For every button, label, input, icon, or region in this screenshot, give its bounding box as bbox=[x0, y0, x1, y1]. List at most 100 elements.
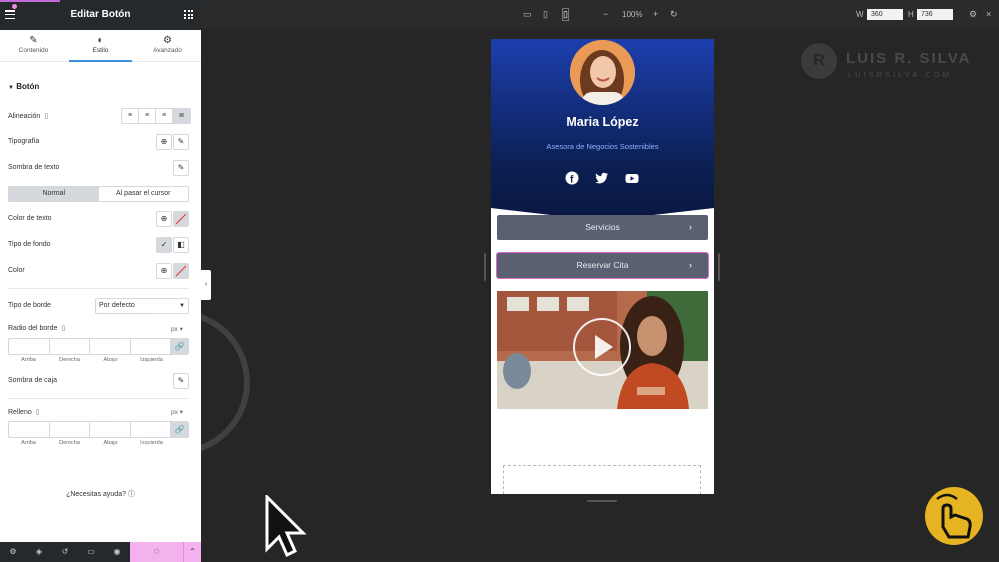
text-color-label: Color de texto bbox=[8, 215, 52, 222]
dim-label-right: Derecha bbox=[59, 357, 80, 363]
settings-icon[interactable]: ⚙ bbox=[0, 542, 26, 562]
twitter-icon[interactable] bbox=[595, 171, 609, 185]
panel-footer: ⚙ ◈ ↺ ▭ ◉ ◌ ⌃ bbox=[0, 542, 201, 562]
watermark-site: LUISRSILVA.COM bbox=[848, 70, 952, 79]
mobile-icon[interactable]: ▯ bbox=[562, 8, 569, 21]
mobile-device-icon[interactable]: ▯ bbox=[36, 408, 40, 416]
align-left-icon[interactable]: ≡ bbox=[122, 109, 139, 123]
brush-icon[interactable]: ✓ bbox=[156, 237, 172, 253]
tab-avanzado[interactable]: ⚙ Avanzado bbox=[134, 30, 201, 61]
mobile-device-icon[interactable]: ▯ bbox=[61, 324, 65, 332]
gear-icon[interactable]: ⚙ bbox=[969, 9, 977, 20]
padding-right-input[interactable] bbox=[50, 422, 90, 437]
state-toggle: Normal Al pasar el cursor bbox=[8, 186, 189, 202]
border-type-label: Tipo de borde bbox=[8, 302, 51, 309]
empty-drop-zone[interactable] bbox=[503, 465, 701, 494]
zoom-in-icon[interactable]: + bbox=[653, 9, 658, 19]
servicios-button[interactable]: Servicios › bbox=[497, 215, 708, 240]
edit-pencil-icon[interactable]: ✎ bbox=[173, 160, 189, 176]
youtube-icon[interactable] bbox=[625, 171, 639, 185]
state-hover-tab[interactable]: Al pasar el cursor bbox=[99, 187, 189, 201]
border-radius-label: Radio del borde ▯ bbox=[8, 324, 65, 332]
panel-tabs: ✎ Contenido ◐ Estilo ⚙ Avanzado bbox=[0, 30, 201, 62]
contrast-icon: ◐ bbox=[97, 35, 104, 46]
reset-zoom-icon[interactable]: ↻ bbox=[670, 9, 678, 20]
padding-text: Relleno bbox=[8, 409, 32, 416]
desktop-icon[interactable]: ▭ bbox=[523, 9, 532, 20]
width-input[interactable]: 360 bbox=[867, 9, 903, 20]
alignment-text: Alineación bbox=[8, 113, 41, 120]
gear-icon: ⚙ bbox=[163, 35, 172, 46]
history-icon[interactable]: ↺ bbox=[52, 542, 78, 562]
profile-role: Asesora de Negocios Sostenibles bbox=[546, 142, 659, 151]
padding-top-input[interactable] bbox=[9, 422, 50, 437]
color-label: Color bbox=[8, 267, 25, 274]
editor-panel: Editar Botón ✎ Contenido ◐ Estilo ⚙ Avan… bbox=[0, 0, 201, 562]
globe-icon[interactable]: ⊕ bbox=[156, 134, 172, 150]
resize-handle-left[interactable] bbox=[484, 253, 486, 281]
button-label: Servicios bbox=[585, 222, 620, 232]
help-text: ¿Necesitas ayuda? bbox=[66, 491, 126, 498]
panel-title: Editar Botón bbox=[70, 9, 131, 20]
hero-section: Maria López Asesora de Negocios Sostenib… bbox=[491, 39, 714, 221]
reservar-cita-button[interactable]: Reservar Cita › bbox=[496, 252, 709, 279]
color-swatch-empty-icon[interactable] bbox=[173, 211, 189, 227]
facebook-icon[interactable]: f bbox=[565, 171, 579, 185]
radius-right-input[interactable] bbox=[50, 339, 90, 354]
responsive-icon[interactable]: ▭ bbox=[78, 542, 104, 562]
border-radius-text: Radio del borde bbox=[8, 325, 58, 332]
edit-pencil-icon[interactable]: ✎ bbox=[173, 134, 189, 150]
resize-handle-right[interactable] bbox=[718, 253, 720, 281]
tablet-icon[interactable]: ▯ bbox=[543, 9, 548, 20]
widgets-grid-icon[interactable] bbox=[184, 10, 193, 19]
chevron-right-icon: › bbox=[689, 222, 692, 232]
tab-contenido[interactable]: ✎ Contenido bbox=[0, 30, 67, 61]
section-toggle-boton[interactable]: ▼ Botón bbox=[8, 82, 39, 91]
tab-label: Contenido bbox=[18, 47, 49, 54]
help-link[interactable]: ¿Necesitas ayuda? ⓘ bbox=[0, 489, 201, 499]
width-label: W bbox=[856, 10, 864, 19]
tap-hand-icon bbox=[925, 487, 983, 545]
globe-icon[interactable]: ⊕ bbox=[156, 263, 172, 279]
loading-spinner-icon: ◌ bbox=[153, 546, 160, 557]
watermark-name: LUIS R. SILVA bbox=[846, 50, 972, 67]
video-thumbnail[interactable] bbox=[497, 291, 708, 409]
mobile-preview: Maria López Asesora de Negocios Sostenib… bbox=[491, 39, 714, 494]
publish-button[interactable]: ◌ bbox=[130, 542, 183, 562]
alignment-label: Alineación ▯ bbox=[8, 112, 48, 120]
question-circle-icon: ⓘ bbox=[127, 491, 135, 498]
click-highlight-ring bbox=[105, 310, 250, 455]
height-input[interactable]: 736 bbox=[917, 9, 953, 20]
avatar bbox=[570, 40, 635, 105]
align-justify-icon[interactable]: ≣ bbox=[173, 109, 190, 123]
chevron-up-icon[interactable]: ⌃ bbox=[183, 542, 201, 562]
zoom-out-icon[interactable]: − bbox=[603, 9, 608, 19]
typography-label: Tipografía bbox=[8, 138, 40, 145]
height-label: H bbox=[908, 10, 914, 19]
align-right-icon[interactable]: ≡ bbox=[156, 109, 173, 123]
profile-name: Maria López bbox=[566, 115, 639, 129]
gradient-icon[interactable]: ◧ bbox=[173, 237, 189, 253]
divider bbox=[8, 288, 189, 289]
background-type-label: Tipo de fondo bbox=[8, 241, 51, 248]
color-swatch-empty-icon[interactable] bbox=[173, 263, 189, 279]
tab-estilo[interactable]: ◐ Estilo bbox=[67, 30, 134, 62]
preview-eye-icon[interactable]: ◉ bbox=[104, 542, 130, 562]
dim-label-right: Derecha bbox=[59, 440, 80, 446]
globe-icon[interactable]: ⊕ bbox=[156, 211, 172, 227]
preview-bottom-handle[interactable] bbox=[587, 500, 617, 502]
top-toolbar: ▭ ▯ ▯ − 100% + ↻ W 360 H 736 ⚙ × bbox=[201, 0, 999, 28]
mobile-device-icon[interactable]: ▯ bbox=[44, 112, 48, 120]
padding-label: Relleno ▯ bbox=[8, 408, 40, 416]
watermark-logo: R bbox=[801, 43, 837, 79]
radius-top-input[interactable] bbox=[9, 339, 50, 354]
tab-label: Avanzado bbox=[153, 47, 182, 54]
border-type-value: Por defecto bbox=[99, 302, 135, 309]
close-icon[interactable]: × bbox=[986, 9, 991, 19]
mouse-cursor-icon bbox=[265, 495, 307, 558]
layers-icon[interactable]: ◈ bbox=[26, 542, 52, 562]
collapse-panel-button[interactable]: ‹ bbox=[201, 270, 211, 300]
zoom-level: 100% bbox=[622, 10, 643, 19]
state-normal-tab[interactable]: Normal bbox=[9, 187, 99, 201]
align-center-icon[interactable]: ≡ bbox=[139, 109, 156, 123]
